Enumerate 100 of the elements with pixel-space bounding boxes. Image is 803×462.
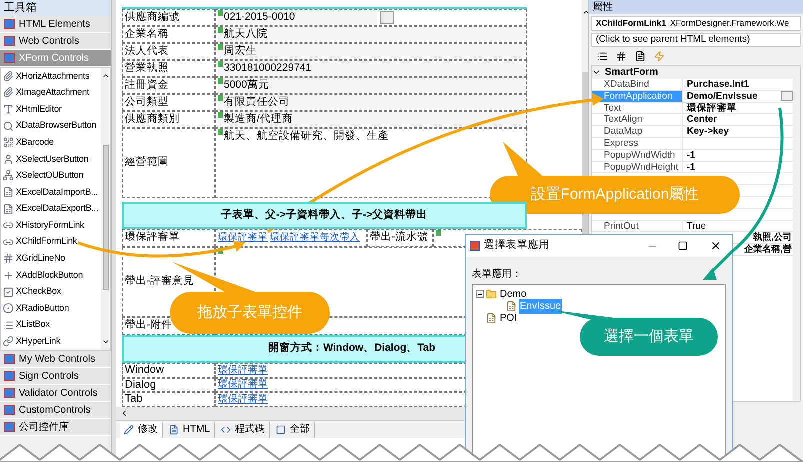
field-marker-icon	[218, 112, 223, 118]
field-label: 供應商類別	[122, 110, 215, 128]
categorized-icon[interactable]	[597, 50, 608, 62]
field-label: Window	[122, 362, 215, 378]
scrollbar[interactable]	[793, 66, 800, 401]
tree-item[interactable]: POI	[499, 310, 518, 326]
pencil-icon	[124, 424, 134, 434]
toolbox-item[interactable]: XChildFormLink	[1, 234, 101, 251]
form-link[interactable]: 環保評審單	[218, 392, 268, 408]
tree-item[interactable]: Demo	[499, 286, 528, 302]
component-icon	[4, 53, 15, 63]
toolbox-item[interactable]: XHorizAttachments	[1, 68, 101, 85]
component-icon	[4, 371, 15, 382]
property-row[interactable]: DataMap Key->key	[592, 126, 793, 138]
property-value: 執照,公司	[753, 232, 793, 244]
toolbox-category[interactable]: 公司控件庫	[0, 419, 111, 436]
toolbox-item[interactable]: XImageAttachment	[1, 84, 101, 102]
toolbox-item[interactable]: XListBox	[1, 316, 101, 334]
field-label: 營業執照	[122, 60, 215, 77]
search-icon	[3, 120, 14, 132]
view-tab[interactable]: 修改	[120, 422, 163, 438]
view-tab[interactable]: HTML	[165, 422, 216, 438]
toolbox-category[interactable]: Web Controls	[0, 33, 111, 50]
list-icon	[3, 320, 14, 331]
form-link[interactable]: 環保評審單每次帶入	[270, 230, 360, 246]
toolbox-category[interactable]: CustomControls	[0, 402, 111, 420]
text-area[interactable]: 航天、航空設備研究、開發、生產	[218, 128, 389, 145]
form-link[interactable]: 環保評審單	[218, 362, 268, 378]
toolbox-item[interactable]: XAddBlockButton	[1, 267, 101, 284]
maximize-icon[interactable]	[678, 241, 688, 251]
field-label: 經營範圍	[122, 128, 215, 198]
parent-selector[interactable]: (Click to see parent HTML elements)	[591, 33, 801, 47]
object-selector[interactable]: XChildFormLink1 XFormDesigner.Framework.We	[591, 16, 801, 31]
property-row[interactable]: PopupWndHeight -1	[592, 162, 793, 174]
input-field[interactable]: 330181000229741	[218, 60, 524, 76]
spreadsheet-icon	[3, 204, 14, 215]
plus-icon	[3, 270, 14, 281]
input-field[interactable]: 有限責任公司	[218, 94, 524, 110]
paperclip-icon	[3, 87, 14, 98]
link-icon	[3, 220, 14, 232]
scroll-left-icon[interactable]	[120, 409, 129, 418]
property-row[interactable]: PopupWndWidth -1	[592, 150, 793, 162]
toolbox-category[interactable]: Validator Controls	[0, 385, 111, 402]
toolbox-category[interactable]: Sign Controls	[0, 368, 111, 386]
toolbox-item[interactable]: XSelectUserButton	[1, 150, 101, 168]
input-field[interactable]: 周宏生	[218, 44, 524, 60]
form-link[interactable]: 環保評審單	[218, 377, 268, 392]
toolbox-item[interactable]: XBarcode	[1, 134, 101, 151]
component-icon	[4, 422, 15, 432]
toolbox-item[interactable]: XHyperLink	[1, 334, 101, 350]
collapse-icon[interactable]	[476, 290, 484, 298]
field-marker-icon	[436, 230, 441, 236]
field-marker-icon	[218, 60, 223, 67]
panel-title: 屬性	[589, 0, 803, 14]
checkbox-icon	[3, 286, 14, 298]
toolbox-item[interactable]: XHtmlEditor	[1, 101, 101, 118]
toolbox-category[interactable]: My Web Controls	[0, 351, 111, 368]
property-value: 企業名稱,營	[744, 244, 793, 255]
input-field[interactable]: 5000萬元	[218, 78, 524, 94]
property-row[interactable]: FormApplication Demo/EnvIssue	[592, 90, 793, 103]
form-link[interactable]: 環保評審單	[218, 230, 268, 246]
component-icon	[4, 19, 15, 29]
form-icon	[506, 300, 517, 312]
form-icon	[486, 312, 497, 324]
toolbox-item[interactable]: XGridLineNo	[1, 250, 101, 268]
close-icon[interactable]	[710, 240, 722, 252]
sort-icon[interactable]	[616, 50, 627, 62]
toolbox-item[interactable]: XSelectOUButton	[1, 168, 101, 184]
property-row[interactable]: Express	[592, 138, 793, 150]
window-title: 選擇表單應用	[484, 238, 551, 254]
input-field[interactable]: 航天八院	[218, 26, 524, 42]
panel-title: 工具箱	[0, 0, 111, 16]
component-icon	[4, 36, 15, 46]
org-chart-icon	[3, 170, 14, 182]
callout-text: 選擇一個表單	[604, 326, 694, 347]
toolbox-item[interactable]: XExcelDataExportB...	[1, 200, 101, 218]
field-label: 表單應用：	[472, 268, 523, 282]
field-marker-icon	[218, 44, 223, 50]
toolbox-item[interactable]: XHistoryFormLink	[1, 217, 101, 234]
input-field[interactable]: 製造商/代理商	[218, 112, 524, 128]
toolbox-item[interactable]: XDataBrowserButton	[1, 118, 101, 134]
collapse-icon[interactable]	[592, 68, 601, 77]
field-label: 環保評審單	[122, 228, 215, 247]
view-tab[interactable]: 程式碼	[217, 422, 270, 438]
properties-icon[interactable]	[635, 50, 646, 62]
field-label: 公司類型	[122, 94, 215, 111]
field-label: 註冊資金	[122, 76, 215, 94]
toolbox-item[interactable]: XCheckBox	[1, 284, 101, 300]
scrollbar[interactable]	[101, 68, 110, 350]
scroll-up-icon[interactable]	[102, 72, 110, 80]
text-box-icon	[3, 104, 14, 115]
property-row[interactable]: TextAlign Center	[592, 114, 793, 126]
toolbox-item[interactable]: XExcelDataImportB...	[1, 184, 101, 201]
field-label: 帶出-附件	[125, 318, 172, 334]
toolbox-category[interactable]: HTML Elements	[0, 16, 111, 33]
view-tab[interactable]: 全部	[272, 422, 316, 438]
property-row[interactable]: PrintOut True	[592, 220, 793, 232]
field-marker-icon	[218, 26, 223, 33]
toolbox-item[interactable]: XRadioButton	[1, 300, 101, 317]
code-icon	[221, 424, 232, 434]
